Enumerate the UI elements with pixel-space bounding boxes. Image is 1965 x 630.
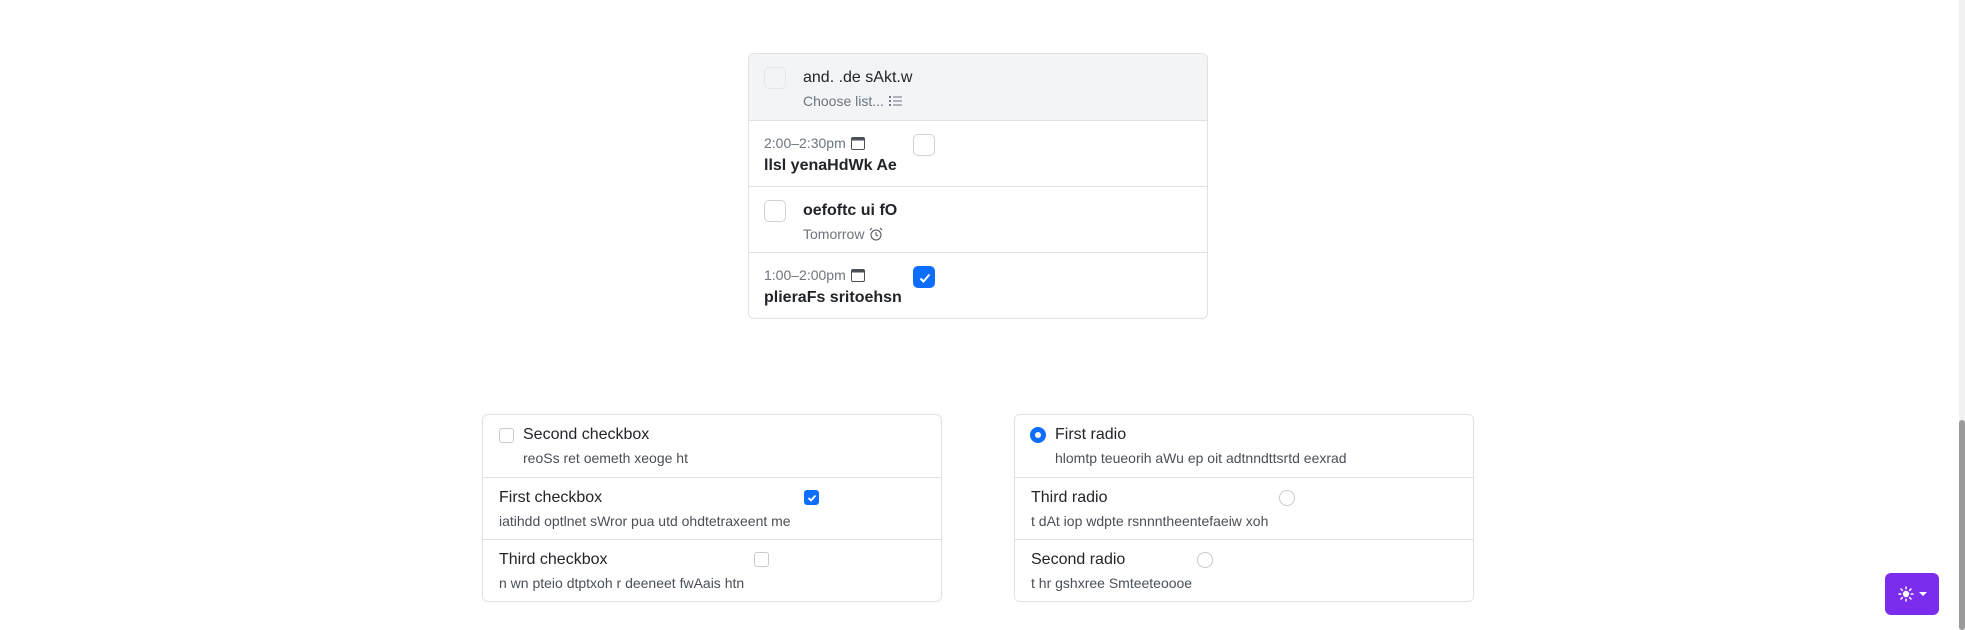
- option-description: t dAt iop wdpte rsnnntheentefaeiw xoh: [1031, 513, 1269, 529]
- checkbox-option[interactable]: Second checkbox reoSs ret oemeth xeoge h…: [483, 415, 941, 477]
- check-icon: [807, 494, 817, 502]
- page-scrollbar[interactable]: [1959, 0, 1965, 630]
- option-checkbox[interactable]: [499, 428, 514, 443]
- option-description: iatihdd optlnet sWror pua utd ohdtetraxe…: [499, 513, 791, 529]
- task-time-label: 2:00–2:30pm: [764, 135, 846, 151]
- task-subtitle: Tomorrow: [803, 226, 883, 242]
- option-description: n wn pteio dtptxoh r deeneet fwAais htn: [499, 575, 745, 591]
- checkbox-option[interactable]: Third checkbox n wn pteio dtptxoh r deen…: [483, 539, 941, 601]
- radio-group: First radio hlomtp teueorih aWu ep oit a…: [1014, 414, 1474, 602]
- option-radio[interactable]: [1030, 427, 1046, 443]
- option-radio[interactable]: [1279, 490, 1295, 506]
- list-choice-label[interactable]: Choose list...: [803, 93, 884, 109]
- task-title: plieraFs sritoehsn: [764, 289, 902, 306]
- task-item: oefoftc ui fO Tomorrow: [749, 186, 1207, 252]
- task-time: 2:00–2:30pm: [764, 135, 865, 151]
- option-label: Third radio: [1031, 489, 1108, 506]
- task-checkbox[interactable]: [764, 67, 786, 89]
- check-icon: [919, 273, 931, 283]
- task-title: oefoftc ui fO: [803, 202, 898, 219]
- option-label: Third checkbox: [499, 551, 608, 568]
- theme-toggle-button[interactable]: [1885, 573, 1939, 615]
- calendar-icon: [850, 269, 865, 282]
- checkbox-option[interactable]: First checkbox iatihdd optlnet sWror pua…: [483, 477, 941, 539]
- option-radio[interactable]: [1197, 552, 1213, 568]
- alarm-clock-icon: [870, 227, 883, 241]
- task-time-label: 1:00–2:00pm: [764, 267, 846, 283]
- task-due-label: Tomorrow: [803, 226, 865, 242]
- task-item: and. .de sAkt.w Choose list...: [749, 54, 1207, 120]
- radio-option[interactable]: Second radio t hr gshxree Smteeteoooe: [1015, 539, 1473, 601]
- task-checkbox[interactable]: [913, 134, 935, 156]
- option-label: Second checkbox: [523, 426, 650, 443]
- task-list: and. .de sAkt.w Choose list... 2:00–2:30…: [748, 53, 1208, 319]
- task-title: and. .de sAkt.w: [803, 69, 913, 86]
- sun-icon: [1897, 586, 1914, 602]
- scrollbar-thumb[interactable]: [1959, 420, 1965, 630]
- caret-down-icon: [1918, 592, 1927, 596]
- radio-option[interactable]: Third radio t dAt iop wdpte rsnnntheente…: [1015, 477, 1473, 539]
- option-description: hlomtp teueorih aWu ep oit adtnndttsrtd …: [1055, 450, 1347, 466]
- option-label: First checkbox: [499, 489, 603, 506]
- radio-option[interactable]: First radio hlomtp teueorih aWu ep oit a…: [1015, 415, 1473, 477]
- option-label: First radio: [1055, 426, 1127, 443]
- task-item: 2:00–2:30pm llsl yenaHdWk Ae: [749, 120, 1207, 186]
- option-checkbox[interactable]: [754, 552, 769, 567]
- task-item: 1:00–2:00pm plieraFs sritoehsn: [749, 252, 1207, 318]
- option-checkbox[interactable]: [804, 490, 819, 505]
- task-checkbox[interactable]: [913, 266, 935, 288]
- option-description: reoSs ret oemeth xeoge ht: [523, 450, 688, 466]
- option-label: Second radio: [1031, 551, 1126, 568]
- task-title: llsl yenaHdWk Ae: [764, 157, 897, 174]
- option-description: t hr gshxree Smteeteoooe: [1031, 575, 1193, 591]
- list-icon: [888, 96, 902, 106]
- checkbox-group: Second checkbox reoSs ret oemeth xeoge h…: [482, 414, 942, 602]
- task-time: 1:00–2:00pm: [764, 267, 865, 283]
- calendar-icon: [850, 137, 865, 150]
- task-subtitle[interactable]: Choose list...: [803, 93, 903, 109]
- task-checkbox[interactable]: [764, 200, 786, 222]
